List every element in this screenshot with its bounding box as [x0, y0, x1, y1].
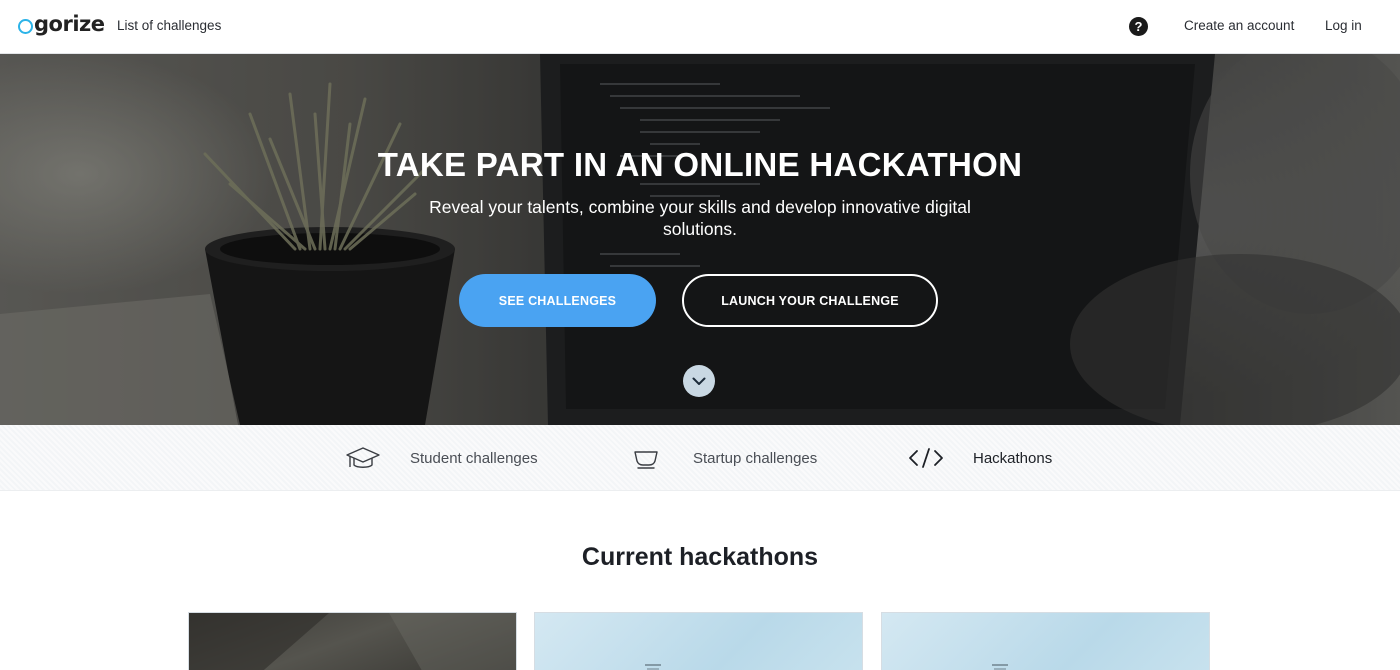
page: gorize List of challenges ? Create an ac… — [0, 0, 1400, 670]
hackathon-card-image — [189, 613, 516, 670]
tab-startup-challenges-label: Startup challenges — [693, 449, 818, 467]
current-hackathons-heading: Current hackathons — [581, 543, 819, 571]
see-challenges-button[interactable]: SEE CHALLENGES — [459, 274, 656, 327]
nav-list-of-challenges-link[interactable]: List of challenges — [117, 18, 221, 33]
launch-your-challenge-button[interactable]: LAUNCH YOUR CHALLENGE — [682, 274, 938, 327]
tab-student-challenges[interactable]: Student challenges — [344, 425, 538, 491]
tab-hackathons-label: Hackathons — [973, 449, 1053, 467]
create-account-link[interactable]: Create an account — [1184, 18, 1294, 33]
code-brackets-icon — [907, 443, 945, 473]
tab-hackathons[interactable]: Hackathons — [907, 425, 1052, 491]
hackathon-card[interactable] — [881, 612, 1210, 670]
hackathon-card[interactable] — [188, 612, 517, 670]
hero-subtitle: Reveal your talents, combine your skills… — [429, 197, 971, 239]
tab-student-challenges-label: Student challenges — [410, 449, 538, 467]
graduation-cap-icon — [344, 443, 382, 473]
log-in-link[interactable]: Log in — [1325, 18, 1362, 33]
hero-title: TAKE PART IN AN ONLINE HACKATHON — [377, 146, 1023, 183]
agorize-logo[interactable]: gorize — [18, 12, 105, 36]
logo-ring-mark — [18, 18, 33, 34]
hackathon-card-image — [645, 664, 661, 670]
top-navigation-bar: gorize List of challenges ? Create an ac… — [0, 0, 1400, 54]
tab-startup-challenges[interactable]: Startup challenges — [627, 425, 817, 491]
hackathon-card-image — [992, 664, 1008, 670]
coffee-cup-icon — [627, 443, 665, 473]
scroll-down-button[interactable] — [683, 365, 715, 397]
help-icon[interactable]: ? — [1129, 17, 1148, 36]
logo-text: gorize — [34, 12, 105, 36]
hero-banner: TAKE PART IN AN ONLINE HACKATHON Reveal … — [0, 54, 1400, 425]
chevron-down-icon — [692, 377, 706, 385]
hackathon-card[interactable] — [534, 612, 863, 670]
category-tabs: Student challenges Startup challenges Ha… — [0, 425, 1400, 491]
